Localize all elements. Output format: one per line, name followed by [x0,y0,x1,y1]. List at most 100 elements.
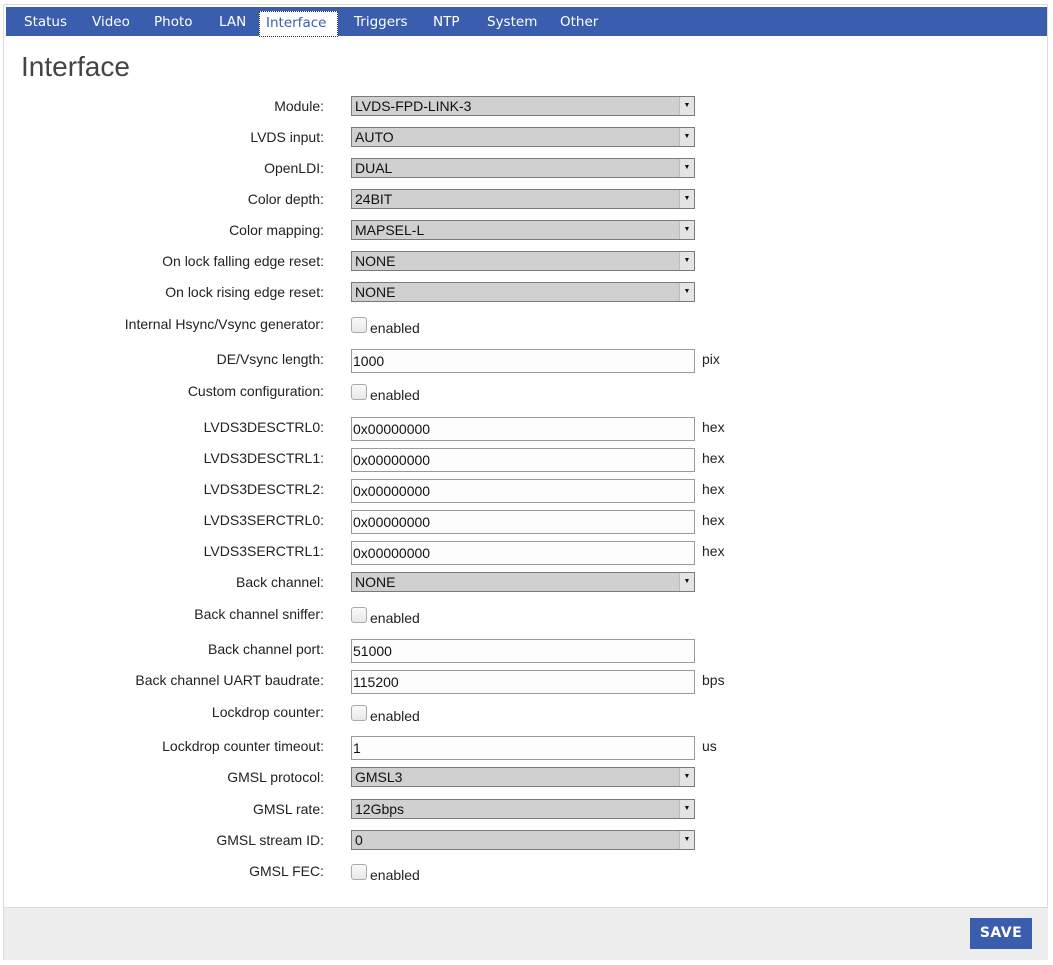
tab-interface[interactable]: Interface [259,11,338,37]
row-hsync-gen: Internal Hsync/Vsync generator: enabled [0,314,1040,336]
row-openldi: OpenLDI: DUAL ▼ [0,158,1040,180]
module-select[interactable]: LVDS-FPD-LINK-3 ▼ [351,96,695,116]
bc-sniffer-checkbox-label[interactable]: enabled [370,608,420,628]
row-custom-config: Custom configuration: enabled [0,381,1040,403]
row-gmsl-protocol: GMSL protocol: GMSL3 ▼ [0,767,1040,789]
page-title: Interface [21,51,130,82]
lockdrop-checkbox[interactable] [351,705,367,721]
row-color-mapping: Color mapping: MAPSEL-L ▼ [0,220,1040,242]
serctrl1-label: LVDS3SERCTRL1: [203,543,324,559]
row-lock-rising: On lock rising edge reset: NONE ▼ [0,282,1040,304]
lockdrop-checkbox-label[interactable]: enabled [370,706,420,726]
chevron-down-icon: ▼ [679,159,694,177]
desctrl2-input[interactable]: 0x00000000 [351,479,695,503]
chevron-down-icon: ▼ [679,800,694,818]
row-serctrl1: LVDS3SERCTRL1: 0x00000000 hex [0,541,1040,565]
custom-config-checkbox[interactable] [351,384,367,400]
desctrl2-label: LVDS3DESCTRL2: [203,481,324,497]
gmsl-fec-checkbox-label[interactable]: enabled [370,865,420,885]
lockdrop-timeout-input[interactable]: 1 [351,736,695,760]
bc-sniffer-label: Back channel sniffer: [194,606,324,622]
top-nav: Status Video Photo LAN Interface Trigger… [6,7,1047,37]
lock-falling-value: NONE [355,253,396,269]
color-mapping-select[interactable]: MAPSEL-L ▼ [351,220,695,240]
hsync-gen-checkbox-label[interactable]: enabled [370,318,420,338]
desctrl0-label: LVDS3DESCTRL0: [203,419,324,435]
gmsl-protocol-select[interactable]: GMSL3 ▼ [351,767,695,787]
lock-rising-select[interactable]: NONE ▼ [351,282,695,302]
color-mapping-label: Color mapping: [229,222,324,238]
color-depth-label: Color depth: [247,191,324,207]
bc-port-label: Back channel port: [208,641,324,657]
bc-baud-input[interactable]: 115200 [351,670,695,694]
lock-falling-label: On lock falling edge reset: [162,253,324,269]
tab-system[interactable]: System [481,11,543,36]
color-depth-select[interactable]: 24BIT ▼ [351,189,695,209]
back-channel-select[interactable]: NONE ▼ [351,572,695,592]
bc-baud-unit: bps [702,672,725,688]
openldi-label: OpenLDI: [264,160,324,176]
lock-falling-select[interactable]: NONE ▼ [351,251,695,271]
module-label: Module: [274,98,324,114]
de-vsync-label: DE/Vsync length: [216,351,324,367]
desctrl0-unit: hex [702,419,725,435]
desctrl0-input[interactable]: 0x00000000 [351,417,695,441]
row-gmsl-fec: GMSL FEC: enabled [0,861,1040,883]
tab-status[interactable]: Status [18,11,73,36]
bc-port-input[interactable]: 51000 [351,639,695,663]
gmsl-fec-label: GMSL FEC: [249,863,324,879]
chevron-down-icon: ▼ [679,190,694,208]
row-lockdrop: Lockdrop counter: enabled [0,702,1040,724]
gmsl-protocol-value: GMSL3 [355,769,403,785]
serctrl0-unit: hex [702,512,725,528]
tab-ntp[interactable]: NTP [427,11,466,36]
lockdrop-timeout-unit: us [702,738,717,754]
desctrl1-input[interactable]: 0x00000000 [351,448,695,472]
hsync-gen-checkbox[interactable] [351,317,367,333]
custom-config-checkbox-label[interactable]: enabled [370,385,420,405]
gmsl-rate-value: 12Gbps [355,801,405,817]
chevron-down-icon: ▼ [679,768,694,786]
lock-rising-value: NONE [355,284,396,300]
de-vsync-unit: pix [702,351,720,367]
tab-triggers[interactable]: Triggers [348,11,414,36]
lvds-input-value: AUTO [355,129,394,145]
tab-video[interactable]: Video [86,11,136,36]
module-value: LVDS-FPD-LINK-3 [355,98,472,114]
bc-sniffer-checkbox[interactable] [351,607,367,623]
lvds-input-select[interactable]: AUTO ▼ [351,127,695,147]
chevron-down-icon: ▼ [679,283,694,301]
chevron-down-icon: ▼ [679,128,694,146]
gmsl-rate-select[interactable]: 12Gbps ▼ [351,799,695,819]
chevron-down-icon: ▼ [679,573,694,591]
tab-other[interactable]: Other [554,11,604,36]
gmsl-stream-select[interactable]: 0 ▼ [351,830,695,850]
desctrl1-unit: hex [702,450,725,466]
serctrl0-label: LVDS3SERCTRL0: [203,512,324,528]
row-back-channel: Back channel: NONE ▼ [0,572,1040,594]
row-desctrl2: LVDS3DESCTRL2: 0x00000000 hex [0,479,1040,503]
de-vsync-input[interactable]: 1000 [351,349,695,373]
save-button[interactable]: SAVE [970,918,1032,949]
back-channel-label: Back channel: [236,574,324,590]
openldi-value: DUAL [355,160,393,176]
row-gmsl-stream: GMSL stream ID: 0 ▼ [0,830,1040,852]
serctrl0-input[interactable]: 0x00000000 [351,510,695,534]
tab-photo[interactable]: Photo [148,11,199,36]
tab-lan[interactable]: LAN [213,11,252,36]
lockdrop-timeout-label: Lockdrop counter timeout: [162,738,324,754]
hsync-gen-label: Internal Hsync/Vsync generator: [124,316,324,332]
serctrl1-input[interactable]: 0x00000000 [351,541,695,565]
gmsl-stream-value: 0 [355,832,363,848]
gmsl-fec-checkbox[interactable] [351,864,367,880]
openldi-select[interactable]: DUAL ▼ [351,158,695,178]
row-de-vsync: DE/Vsync length: 1000 pix [0,349,1040,373]
desctrl1-label: LVDS3DESCTRL1: [203,450,324,466]
row-color-depth: Color depth: 24BIT ▼ [0,189,1040,211]
row-gmsl-rate: GMSL rate: 12Gbps ▼ [0,799,1040,821]
color-mapping-value: MAPSEL-L [355,222,425,238]
gmsl-stream-label: GMSL stream ID: [216,832,324,848]
row-bc-baud: Back channel UART baudrate: 115200 bps [0,670,1040,694]
row-lvds-input: LVDS input: AUTO ▼ [0,127,1040,149]
chevron-down-icon: ▼ [679,252,694,270]
